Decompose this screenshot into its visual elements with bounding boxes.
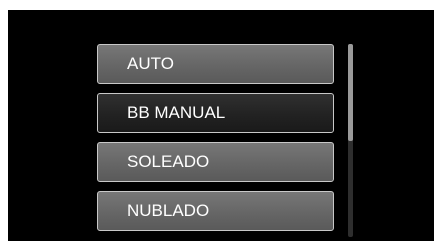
menu-item-label: AUTO — [127, 54, 174, 73]
menu-item-label: SOLEADO — [127, 152, 210, 171]
menu-item-nublado[interactable]: NUBLADO — [97, 191, 334, 231]
menu-item-auto[interactable]: AUTO — [97, 44, 334, 84]
menu-scrollbar-thumb[interactable] — [348, 44, 353, 141]
menu-item-soleado[interactable]: SOLEADO — [97, 142, 334, 182]
menu-scrollbar[interactable] — [348, 44, 353, 237]
menu-item-label: BB MANUAL — [127, 103, 226, 122]
camera-screen: AUTO BB MANUAL SOLEADO NUBLADO — [0, 0, 442, 248]
menu-item-bb-manual[interactable]: BB MANUAL — [97, 93, 334, 133]
menu-item-label: NUBLADO — [127, 201, 210, 220]
white-balance-menu: AUTO BB MANUAL SOLEADO NUBLADO — [97, 44, 334, 240]
